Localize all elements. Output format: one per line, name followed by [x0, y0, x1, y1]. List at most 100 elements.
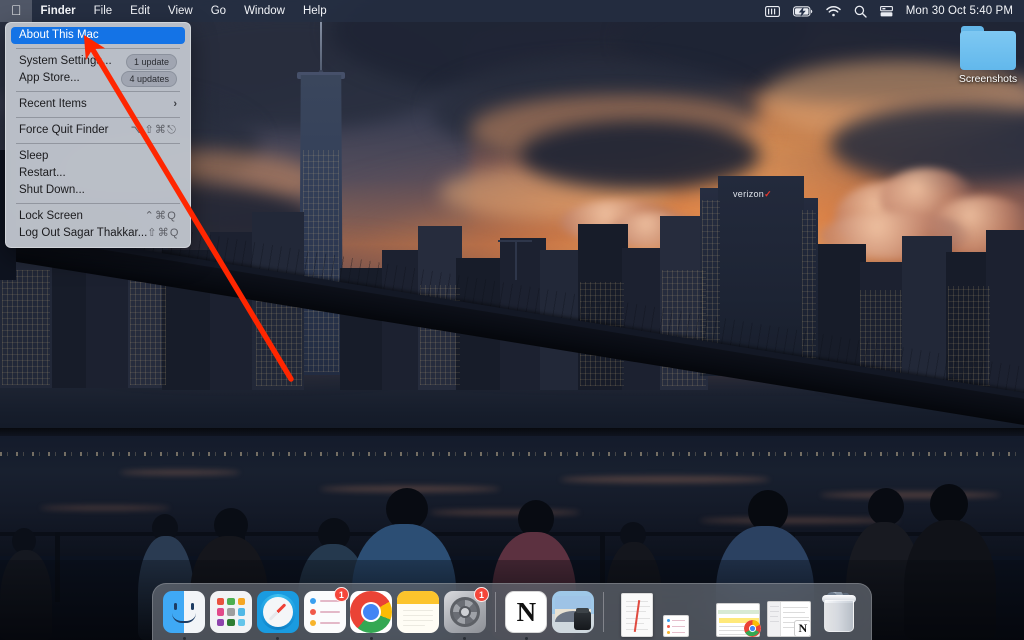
menu-bar-clock[interactable]: Mon 30 Oct 5:40 PM: [906, 5, 1013, 17]
menu-option-accessory: ⌥⇧⌘⎋: [131, 122, 177, 139]
battery-charging-icon[interactable]: [793, 6, 813, 17]
menu-item-go[interactable]: Go: [202, 2, 235, 20]
menu-option-label: Log Out Sagar Thakkar...: [19, 225, 147, 242]
thumb-sidebar-line: [770, 616, 778, 617]
finder-face: [163, 591, 205, 633]
menu-option-label: App Store...: [19, 70, 80, 87]
menu-option-label: Sleep: [19, 148, 48, 165]
menu-option-app-store[interactable]: App Store... 4 updates: [11, 70, 185, 87]
dock-item-preview[interactable]: [551, 589, 596, 635]
chrome-icon: [350, 591, 392, 633]
menu-option-accessory: ›: [173, 96, 177, 113]
notes-line: [403, 610, 433, 611]
launchpad-cell: [217, 619, 224, 626]
thumb-sidebar: [768, 602, 781, 636]
update-badge: 1 update: [126, 54, 177, 70]
menu-option-shut-down[interactable]: Shut Down...: [11, 182, 185, 199]
menu-option-force-quit-finder[interactable]: Force Quit Finder ⌥⇧⌘⎋: [11, 122, 185, 139]
menu-separator: [16, 48, 180, 49]
menu-separator: [16, 91, 180, 92]
construction-crane-arm: [498, 240, 532, 242]
menu-separator: [16, 203, 180, 204]
desktop-icon-screenshots[interactable]: Screenshots: [950, 26, 1024, 85]
wifi-icon[interactable]: [826, 6, 841, 17]
minimized-window-reminders[interactable]: [665, 589, 710, 637]
notion-n-glyph: N: [517, 599, 537, 626]
finder-smile: [172, 613, 196, 623]
dock-item-finder[interactable]: [162, 589, 207, 635]
menu-item-edit[interactable]: Edit: [121, 2, 159, 20]
apple-menu-button[interactable]: : [0, 0, 32, 22]
chevron-right-icon: ›: [173, 96, 177, 113]
thumb-sidebar-line: [770, 611, 779, 612]
update-badge: 4 updates: [121, 71, 177, 87]
minimized-reminders-window: [663, 615, 689, 637]
dock-separator: [603, 592, 604, 632]
menu-option-sleep[interactable]: Sleep: [11, 148, 185, 165]
dock-item-safari[interactable]: [255, 589, 300, 635]
preview-icon: [552, 591, 594, 633]
menu-option-accessory: ⇧⌘Q: [147, 225, 179, 242]
menu-option-accessory: 1 update: [126, 54, 177, 70]
menu-option-about-this-mac[interactable]: About This Mac: [11, 27, 185, 44]
chrome-app-overlay-icon: [744, 620, 761, 637]
menu-option-log-out[interactable]: Log Out Sagar Thakkar... ⇧⌘Q: [11, 225, 185, 242]
launchpad-cell: [227, 598, 234, 605]
construction-crane: [515, 240, 517, 280]
menu-separator: [16, 117, 180, 118]
menu-item-finder[interactable]: Finder: [32, 2, 85, 20]
menu-separator: [16, 143, 180, 144]
apple-menu-dropdown[interactable]: About This Mac System Settings... 1 upda…: [5, 22, 191, 248]
desktop-icon-label: Screenshots: [950, 73, 1024, 85]
spotlight-search-icon[interactable]: [854, 5, 867, 18]
one-world-trade-center: [299, 75, 343, 375]
dock-item-system-settings[interactable]: 1: [442, 589, 487, 635]
thumb-green-band: [718, 610, 760, 614]
notes-header-band: [397, 591, 439, 604]
distant-shore-lights: [0, 452, 1024, 456]
menu-bar-status-area: Mon 30 Oct 5:40 PM: [765, 5, 1024, 18]
control-center-icon[interactable]: [765, 6, 780, 17]
dock-item-chrome[interactable]: [349, 589, 394, 635]
dock-item-notion[interactable]: N: [504, 589, 549, 635]
menu-item-window[interactable]: Window: [235, 2, 294, 20]
thumb-content-line: [783, 617, 809, 618]
menu-option-restart[interactable]: Restart...: [11, 165, 185, 182]
thumb-line: [672, 620, 685, 621]
menu-option-label: System Settings...: [19, 53, 112, 70]
apple-logo-icon: : [11, 3, 22, 17]
menu-option-system-settings[interactable]: System Settings... 1 update: [11, 53, 185, 70]
thumb-content-line: [783, 607, 808, 608]
launchpad-cell: [227, 608, 234, 615]
menu-item-file[interactable]: File: [85, 2, 122, 20]
reminders-line: [320, 611, 340, 613]
menu-item-view[interactable]: View: [159, 2, 202, 20]
wtc-spire: [320, 18, 322, 78]
doc-line: [626, 601, 648, 602]
dock[interactable]: 1 1 N: [152, 583, 872, 640]
dock-item-launchpad[interactable]: [209, 589, 254, 635]
menu-option-label: About This Mac: [19, 27, 99, 44]
notes-line: [403, 625, 425, 626]
dock-item-trash[interactable]: [815, 589, 862, 635]
keyboard-shortcut: ⇧⌘Q: [147, 225, 179, 242]
reminders-row: [310, 609, 340, 615]
doc-line: [626, 629, 648, 630]
menu-option-recent-items[interactable]: Recent Items ›: [11, 96, 185, 113]
screen-mirroring-icon[interactable]: [880, 6, 893, 17]
minimized-window-document[interactable]: [614, 589, 659, 637]
menu-option-lock-screen[interactable]: Lock Screen ⌃⌘Q: [11, 208, 185, 225]
menu-option-label: Shut Down...: [19, 182, 85, 199]
minimized-window-chrome-spreadsheet[interactable]: [716, 589, 761, 637]
dock-item-reminders[interactable]: 1: [302, 589, 347, 635]
finder-icon: [163, 591, 205, 633]
person-head: [930, 484, 968, 524]
minimized-window-notion[interactable]: N: [767, 589, 812, 637]
launchpad-cell: [238, 608, 245, 615]
finder-eye: [191, 603, 194, 610]
menu-bar[interactable]:  Finder File Edit View Go Window Help: [0, 0, 1024, 22]
person-head: [868, 488, 904, 526]
launchpad-cell: [227, 619, 234, 626]
dock-item-notes[interactable]: [396, 589, 441, 635]
menu-item-help[interactable]: Help: [294, 2, 336, 20]
